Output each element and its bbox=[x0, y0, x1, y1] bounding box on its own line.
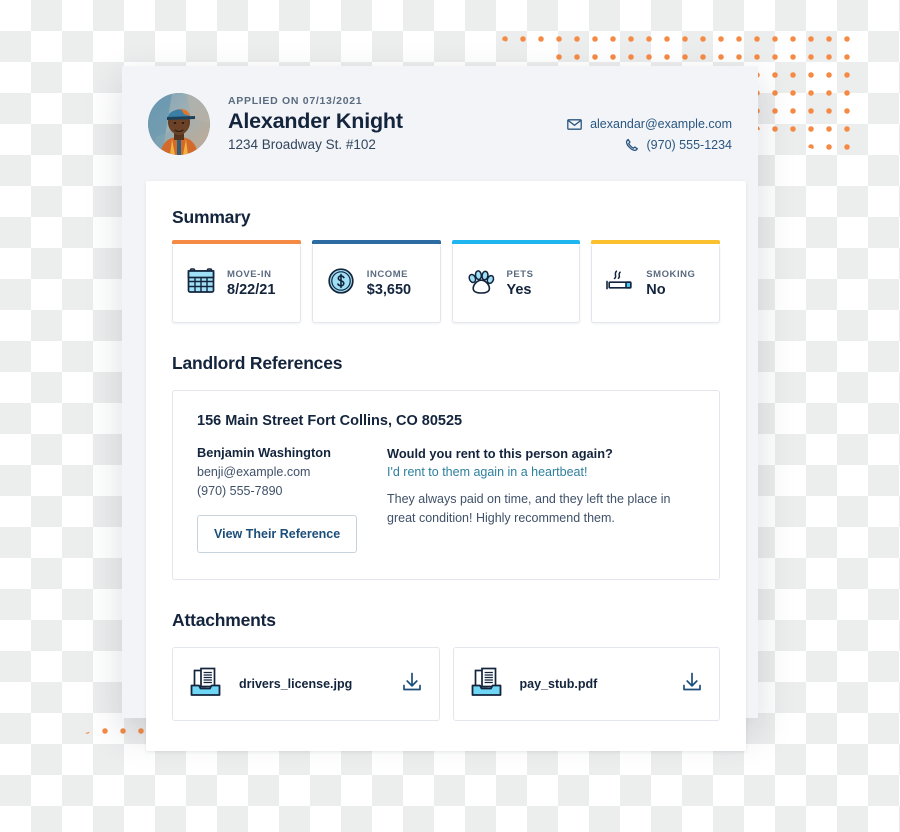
reference-card: 156 Main Street Fort Collins, CO 80525 B… bbox=[172, 390, 720, 580]
reference-name: Benjamin Washington bbox=[197, 445, 331, 460]
reference-question: Would you rent to this person again? bbox=[387, 446, 613, 461]
summary-card-smoking: SMOKING No bbox=[591, 240, 720, 323]
documents-tray-icon bbox=[189, 666, 223, 703]
reference-answer: I'd rent to them again in a heartbeat! bbox=[387, 465, 588, 479]
phone-text: (970) 555-1234 bbox=[646, 138, 732, 152]
phone-icon bbox=[625, 138, 639, 152]
summary-cards: MOVE-IN 8/22/21 INCOME $3,650 PETS Yes S… bbox=[172, 240, 720, 323]
paw-icon bbox=[466, 266, 496, 301]
email-text: alexandar@example.com bbox=[590, 117, 732, 131]
cigarette-icon bbox=[605, 266, 635, 301]
summary-value: 8/22/21 bbox=[227, 281, 276, 298]
applicant-address: 1234 Broadway St. #102 bbox=[228, 137, 376, 152]
reference-answer-column: Would you rent to this person again? I'd… bbox=[387, 445, 695, 553]
applicant-name: Alexander Knight bbox=[228, 109, 403, 133]
details-panel: Summary MOVE-IN 8/22/21 INCOME $3,650 PE… bbox=[146, 181, 746, 751]
attachment-item[interactable]: drivers_license.jpg bbox=[172, 647, 440, 721]
reference-note: They always paid on time, and they left … bbox=[387, 492, 671, 525]
download-icon[interactable] bbox=[401, 671, 423, 698]
applicant-header: APPLIED ON 07/13/2021 Alexander Knight 1… bbox=[122, 66, 758, 159]
summary-card-income: INCOME $3,650 bbox=[311, 240, 441, 323]
attachments-title: Attachments bbox=[172, 610, 276, 630]
summary-label: INCOME bbox=[366, 268, 409, 280]
envelope-icon bbox=[567, 118, 582, 130]
attachment-item[interactable]: pay_stub.pdf bbox=[452, 647, 720, 721]
reference-phone: (970) 555-7890 bbox=[197, 484, 283, 498]
reference-contact-column: Benjamin Washington benji@example.com (9… bbox=[197, 445, 387, 553]
summary-card-pets: PETS Yes bbox=[451, 240, 581, 323]
summary-label: PETS bbox=[506, 268, 534, 280]
summary-label: MOVE-IN bbox=[227, 268, 272, 280]
applied-on-date: APPLIED ON 07/13/2021 bbox=[228, 95, 363, 107]
documents-tray-icon bbox=[470, 666, 504, 703]
email-row[interactable]: alexandar@example.com bbox=[567, 117, 732, 131]
reference-address: 156 Main Street Fort Collins, CO 80525 bbox=[197, 413, 463, 429]
attachments-list: drivers_license.jpg pay_stub.pdf bbox=[172, 647, 720, 721]
download-icon[interactable] bbox=[681, 671, 703, 698]
application-card: APPLIED ON 07/13/2021 Alexander Knight 1… bbox=[122, 66, 758, 751]
calendar-icon bbox=[186, 266, 216, 301]
summary-value: No bbox=[646, 281, 666, 298]
summary-title: Summary bbox=[172, 207, 251, 227]
summary-value: $3,650 bbox=[366, 281, 412, 298]
applicant-identity: APPLIED ON 07/13/2021 Alexander Knight 1… bbox=[228, 93, 403, 152]
reference-email: benji@example.com bbox=[197, 465, 311, 479]
attachment-name: drivers_license.jpg bbox=[239, 677, 353, 691]
summary-value: Yes bbox=[506, 281, 532, 298]
landlord-references-title: Landlord References bbox=[172, 353, 343, 373]
avatar bbox=[148, 93, 210, 155]
attachment-name: pay_stub.pdf bbox=[519, 677, 598, 691]
summary-card-move-in: MOVE-IN 8/22/21 bbox=[172, 240, 301, 323]
phone-row[interactable]: (970) 555-1234 bbox=[567, 138, 732, 152]
summary-label: SMOKING bbox=[646, 268, 696, 280]
contact-info: alexandar@example.com (970) 555-1234 bbox=[567, 93, 732, 159]
view-their-reference-button[interactable]: View Their Reference bbox=[197, 515, 358, 553]
dollar-coin-icon bbox=[326, 266, 356, 301]
